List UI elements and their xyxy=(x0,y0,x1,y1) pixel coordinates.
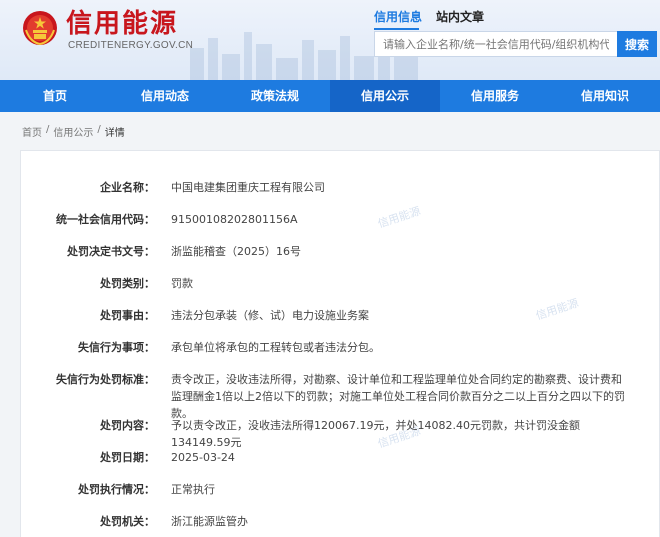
field-label: 失信行为事项： xyxy=(78,341,155,354)
detail-row-penalty-type: 处罚类别： 罚款 xyxy=(21,275,660,292)
field-value: 浙江能源监管办 xyxy=(171,515,248,528)
detail-row-dishonest-matter: 失信行为事项： 承包单位将承包的工程转包或者违法分包。 xyxy=(21,339,660,356)
nav-item-credit-disclosure[interactable]: 信用公示 xyxy=(330,80,440,112)
nav-item-home[interactable]: 首页 xyxy=(0,80,110,112)
breadcrumb-home[interactable]: 首页 xyxy=(22,124,42,139)
field-label: 企业名称： xyxy=(100,181,155,194)
site-title[interactable]: 信用能源 xyxy=(66,8,178,40)
breadcrumb-current: 详情 xyxy=(104,128,125,139)
field-value: 承包单位将承包的工程转包或者违法分包。 xyxy=(171,341,380,354)
field-label: 失信行为处罚标准： xyxy=(56,373,155,386)
nav-item-policies[interactable]: 政策法规 xyxy=(220,80,330,112)
detail-row-penalty-reason: 处罚事由： 违法分包承装（修、试）电力设施业务案 xyxy=(21,307,660,324)
national-emblem-logo xyxy=(23,11,57,46)
site-domain: CREDITENERGY.GOV.CN xyxy=(68,40,194,51)
detail-row-execution-status: 处罚执行情况： 正常执行 xyxy=(21,481,660,498)
field-value: 2025-03-24 xyxy=(171,451,235,464)
breadcrumb-separator: / xyxy=(97,124,101,135)
detail-row-company: 企业名称： 中国电建集团重庆工程有限公司 xyxy=(21,179,660,196)
search-button[interactable]: 搜索 xyxy=(617,31,657,57)
detail-card: 信用能源 信用能源 信用能源 企业名称： 中国电建集团重庆工程有限公司 统一社会… xyxy=(20,150,660,537)
active-tab-underline xyxy=(374,28,419,30)
field-value: 予以责令改正，没收违法所得120067.19元，并处14082.40元罚款，共计… xyxy=(171,419,580,449)
breadcrumb: 首页 / 信用公示 / 详情 xyxy=(22,124,125,139)
field-label: 处罚类别： xyxy=(100,277,155,290)
field-value: 91500108202801156A xyxy=(171,213,298,226)
nav-item-credit-knowledge[interactable]: 信用知识 xyxy=(550,80,660,112)
field-value: 浙监能稽查（2025）16号 xyxy=(171,245,301,258)
field-label: 处罚事由： xyxy=(100,309,155,322)
field-value: 责令改正，没收违法所得，对勘察、设计单位和工程监理单位处合同约定的勘察费、设计费… xyxy=(171,373,625,420)
main-nav: 首页 信用动态 政策法规 信用公示 信用服务 信用知识 xyxy=(0,80,660,112)
field-label: 处罚日期： xyxy=(100,451,155,464)
field-label: 统一社会信用代码： xyxy=(56,213,155,226)
field-label: 处罚决定书文号： xyxy=(67,245,155,258)
breadcrumb-credit-disclosure[interactable]: 信用公示 xyxy=(53,124,93,139)
detail-row-credit-code: 统一社会信用代码： 91500108202801156A xyxy=(21,211,660,228)
detail-row-penalty-content: 处罚内容： 予以责令改正，没收违法所得120067.19元，并处14082.40… xyxy=(21,417,660,451)
detail-row-authority: 处罚机关： 浙江能源监管办 xyxy=(21,513,660,530)
field-value: 罚款 xyxy=(171,277,193,290)
detail-row-penalty-date: 处罚日期： 2025-03-24 xyxy=(21,449,660,466)
field-label: 处罚机关： xyxy=(100,515,155,528)
tab-credit-info[interactable]: 信用信息 xyxy=(374,8,422,25)
tab-site-articles[interactable]: 站内文章 xyxy=(436,8,484,25)
detail-row-decision-number: 处罚决定书文号： 浙监能稽查（2025）16号 xyxy=(21,243,660,260)
nav-item-credit-news[interactable]: 信用动态 xyxy=(110,80,220,112)
breadcrumb-separator: / xyxy=(46,124,50,135)
field-label: 处罚执行情况： xyxy=(78,483,155,496)
field-label: 处罚内容： xyxy=(100,419,155,432)
site-header: 信用能源 CREDITENERGY.GOV.CN 信用信息 站内文章 搜索 xyxy=(0,0,660,80)
field-value: 正常执行 xyxy=(171,483,215,496)
search-input[interactable] xyxy=(374,31,617,57)
nav-item-credit-services[interactable]: 信用服务 xyxy=(440,80,550,112)
field-value: 违法分包承装（修、试）电力设施业务案 xyxy=(171,309,369,322)
search-tabs: 信用信息 站内文章 xyxy=(374,8,484,30)
field-value: 中国电建集团重庆工程有限公司 xyxy=(171,181,325,194)
detail-row-penalty-standard: 失信行为处罚标准： 责令改正，没收违法所得，对勘察、设计单位和工程监理单位处合同… xyxy=(21,371,660,422)
